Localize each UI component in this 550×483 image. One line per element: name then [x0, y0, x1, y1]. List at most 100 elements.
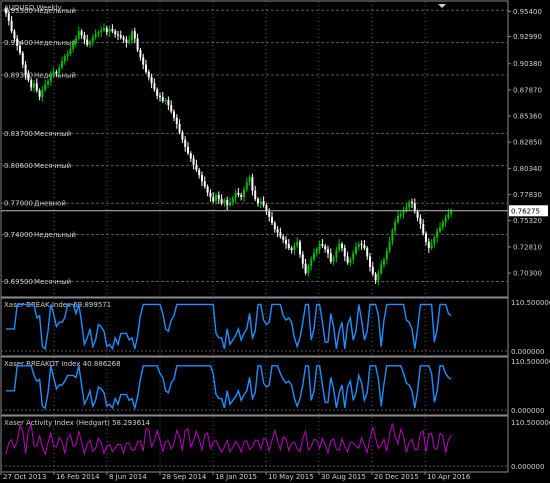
- candle-body: [201, 175, 203, 182]
- candle-body: [391, 230, 394, 242]
- price-axis-label: 0.70300: [513, 270, 542, 278]
- time-axis: 27 Oct 2013 16 Feb 2014 8 Jun 2014 28 Sep 2…: [0, 472, 471, 481]
- candle-body: [203, 181, 206, 187]
- level-price: 0.69500: [4, 278, 33, 286]
- candle-body: [430, 243, 433, 249]
- break-axis-bottom: 0.000000: [511, 348, 544, 356]
- candle-body: [321, 243, 324, 246]
- candle-body: [285, 239, 287, 244]
- candle-body: [329, 253, 332, 262]
- candle-body: [215, 194, 217, 202]
- candle-body: [341, 243, 343, 249]
- candle-body: [363, 244, 366, 249]
- candle-body: [16, 38, 19, 46]
- candle-body: [75, 38, 77, 43]
- candle-body: [279, 232, 282, 237]
- activity-index-title: Xaser Activity Index (Hedgart) 58.293614: [4, 419, 150, 427]
- candle-body: [27, 74, 30, 81]
- breakot-axis-top: 110.500000: [511, 358, 550, 366]
- activity-axis-top: 110.500000: [511, 419, 550, 427]
- candle-body: [170, 105, 173, 112]
- candle-body: [444, 217, 447, 222]
- candle-body: [35, 83, 38, 91]
- time-axis-label: 27 Oct 2013: [3, 473, 46, 481]
- candle-body: [315, 249, 318, 254]
- candle-body: [245, 182, 248, 190]
- candle-body: [271, 216, 273, 224]
- candle-body: [58, 67, 61, 73]
- candle-body: [192, 158, 195, 165]
- candle-body: [257, 199, 259, 204]
- price-axis-label: 0.80340: [513, 165, 542, 173]
- candle-body: [175, 117, 178, 124]
- candle-body: [89, 41, 91, 45]
- candle-body: [369, 256, 371, 267]
- candle-body: [209, 192, 212, 197]
- candle-body: [164, 99, 167, 102]
- level-price: 0.77000: [4, 200, 33, 208]
- candle-body: [119, 35, 122, 38]
- candle-body: [371, 266, 374, 275]
- candle-body: [125, 39, 128, 43]
- activity-axis-bottom: 0.000000: [511, 463, 544, 471]
- candle-body: [217, 194, 220, 200]
- candle-body: [63, 56, 66, 62]
- candle-body: [355, 247, 357, 254]
- candle-body: [206, 186, 209, 193]
- candle-body: [335, 250, 338, 258]
- time-axis-label: 10 May 2015: [268, 473, 314, 481]
- candle-body: [411, 202, 413, 204]
- candle-body: [360, 243, 363, 245]
- level-price: 0.83700: [4, 130, 33, 138]
- level-price: 0.80600: [4, 162, 33, 170]
- price-axis-label: 0.85360: [513, 113, 542, 121]
- candle-body: [142, 57, 145, 65]
- candle-body: [111, 29, 114, 32]
- candle-body: [145, 64, 147, 72]
- candle-body: [419, 217, 422, 225]
- candle-body: [422, 224, 425, 234]
- chart-window[interactable]: 0.95500 Недельный0.92400 Недельный0.89300 Н…: [0, 0, 550, 483]
- candle-body: [254, 190, 257, 200]
- candle-body: [131, 31, 133, 41]
- level-label: Недельный: [34, 231, 76, 239]
- candle-body: [195, 164, 198, 170]
- level-price: 0.74000: [4, 231, 33, 239]
- candle-body: [10, 20, 13, 32]
- candle-body: [349, 259, 352, 263]
- candle-body: [24, 64, 27, 75]
- candle-body: [13, 31, 16, 39]
- candle-body: [301, 254, 304, 264]
- candle-body: [33, 83, 35, 88]
- candle-body: [318, 243, 321, 250]
- candle-body: [357, 243, 360, 248]
- candle-body: [80, 31, 83, 36]
- level-price: 0.92400: [4, 39, 33, 47]
- level-label: Месячный: [34, 130, 71, 138]
- candle-body: [38, 90, 41, 97]
- level-label: Дневной: [34, 200, 66, 208]
- candle-body: [385, 251, 388, 260]
- candle-body: [436, 231, 439, 238]
- candle-body: [184, 139, 187, 147]
- candle-body: [439, 227, 441, 232]
- candle-body: [388, 241, 391, 252]
- break-axis-top: 110.500000: [511, 299, 550, 307]
- symbol-label: AUDUSD,Weekly: [4, 4, 62, 12]
- candle-body: [327, 249, 329, 254]
- candle-body: [114, 31, 117, 35]
- candle-body: [133, 31, 136, 39]
- candle-body: [383, 259, 385, 265]
- candle-body: [229, 202, 231, 206]
- candle-body: [226, 200, 229, 206]
- candle-body: [352, 253, 355, 260]
- candle-body: [189, 153, 192, 159]
- level-label: Недельный: [34, 39, 76, 47]
- candle-body: [161, 96, 164, 102]
- candle-body: [366, 248, 369, 257]
- candle-body: [108, 29, 111, 33]
- candle-body: [72, 42, 75, 49]
- candle-body: [223, 200, 226, 204]
- candle-body: [374, 274, 377, 281]
- price-axis-label: 0.75320: [513, 217, 542, 225]
